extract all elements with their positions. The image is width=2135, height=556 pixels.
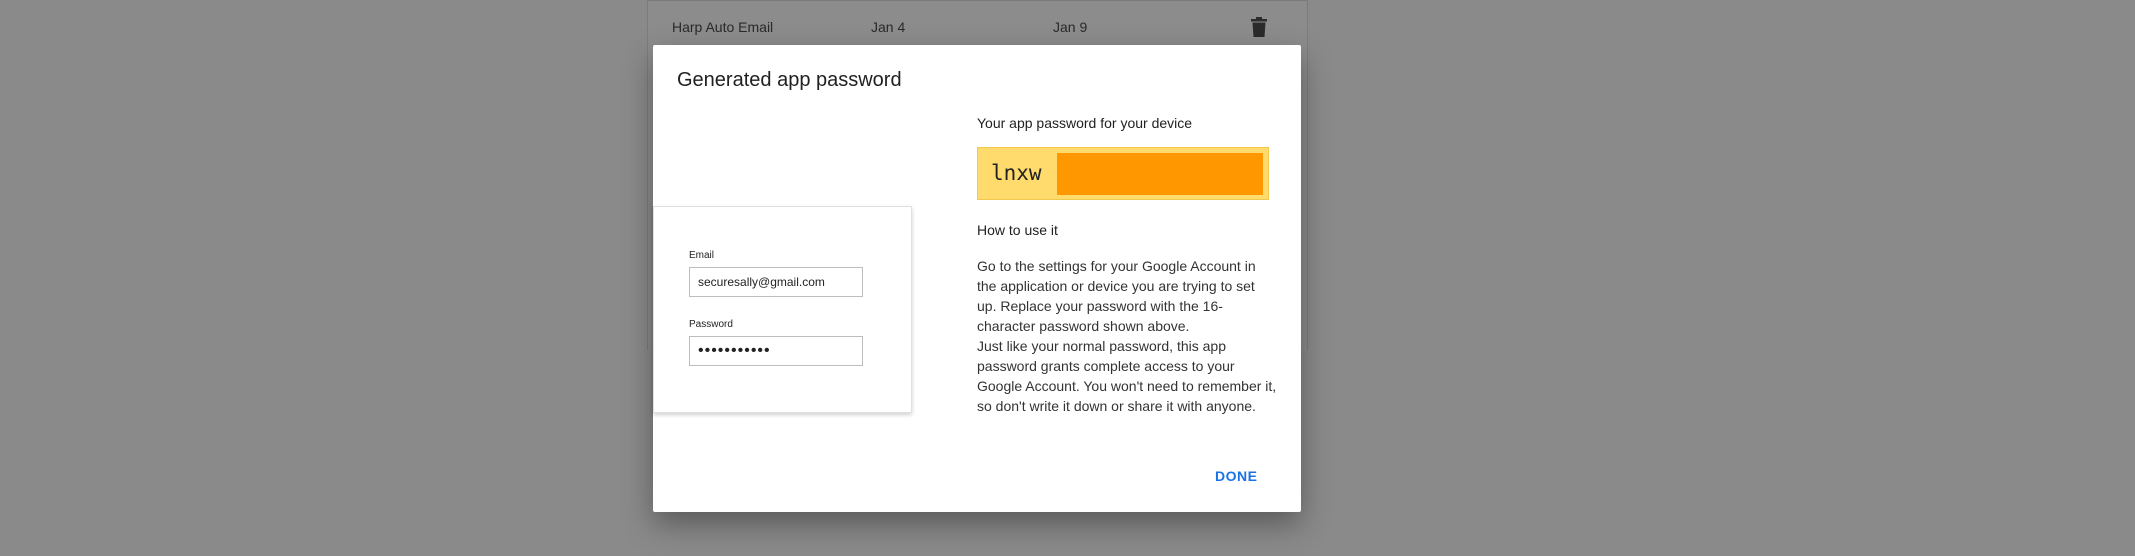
howto-paragraph: Go to the settings for your Google Accou… [977, 258, 1256, 334]
app-password-dialog: Generated app password Email securesally… [653, 45, 1301, 512]
done-button[interactable]: DONE [1215, 468, 1257, 484]
created-date-cell: Jan 4 [871, 19, 906, 35]
password-redaction [1057, 153, 1263, 195]
email-field: securesally@gmail.com [689, 267, 863, 297]
app-password-box: lnxw [977, 147, 1269, 200]
password-label: Password [689, 319, 733, 330]
table-row: Harp Auto Email Jan 4 Jan 9 [648, 0, 1307, 46]
trash-icon[interactable] [1251, 17, 1267, 37]
password-heading: Your app password for your device [977, 115, 1193, 131]
last-used-date-cell: Jan 9 [1053, 19, 1088, 35]
password-field: ••••••••••• [689, 336, 863, 366]
howto-heading: How to use it [977, 222, 1058, 238]
howto-paragraph: Just like your normal password, this app… [977, 338, 1277, 414]
app-password-text: lnxw [991, 161, 1042, 185]
email-label: Email [689, 250, 715, 261]
dialog-title: Generated app password [677, 69, 902, 91]
app-name-cell: Harp Auto Email [672, 19, 774, 35]
signin-illustration: Email securesally@gmail.com Password •••… [653, 206, 912, 413]
howto-instructions: Go to the settings for your Google Accou… [977, 256, 1277, 416]
